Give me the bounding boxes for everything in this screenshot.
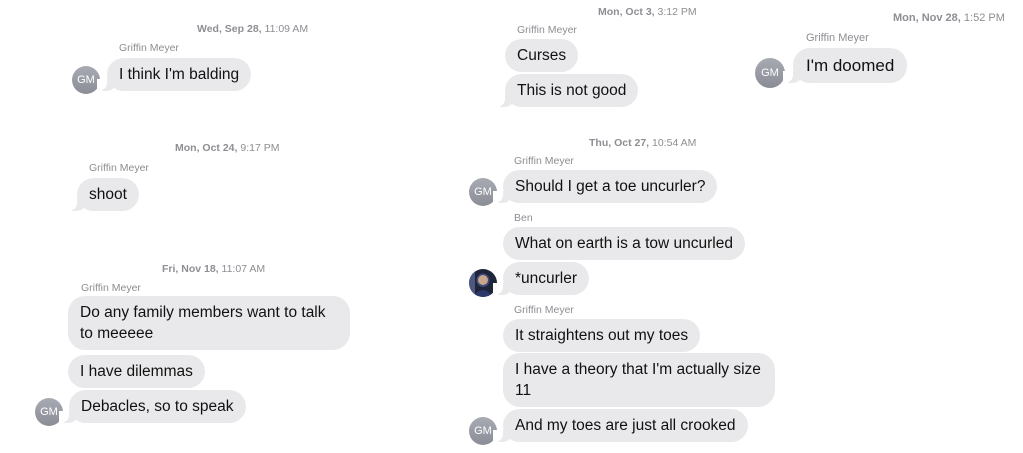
message-bubble[interactable]: I have dilemmas (68, 355, 205, 388)
message-bubble[interactable]: I'm doomed (782, 48, 908, 83)
message-text: I'm doomed (806, 56, 895, 75)
message-bubble[interactable]: Curses (505, 39, 579, 72)
sender-name: Griffin Meyer (806, 32, 869, 44)
message-bubble[interactable]: *uncurler (492, 262, 590, 295)
message-text: I have a theory that I'm actually size 1… (515, 361, 761, 399)
sender-name: Griffin Meyer (514, 155, 574, 167)
timestamp-day: Mon, Nov 28, (893, 12, 961, 24)
sender-name: Griffin Meyer (89, 162, 149, 174)
timestamp-time: 11:09 AM (264, 23, 309, 35)
timestamp-day: Thu, Oct 27, (589, 137, 650, 149)
message-bubble[interactable]: What on earth is a tow uncurled (503, 227, 745, 260)
message-text: Should I get a toe uncurler? (515, 178, 706, 195)
message-bubble[interactable]: Debacles, so to speak (59, 390, 246, 423)
timestamp-time: 3:12 PM (657, 6, 697, 18)
message-text: And my toes are just all crooked (515, 417, 736, 434)
sender-name: Griffin Meyer (514, 304, 574, 316)
message-text: This is not good (517, 82, 627, 99)
message-text: Curses (517, 47, 567, 64)
message-bubble[interactable]: It straightens out my toes (503, 319, 701, 352)
message-bubble[interactable]: Do any family members want to talk to me… (68, 296, 350, 350)
timestamp-nov-28: Mon, Nov 28, 1:52 PM (893, 12, 1005, 24)
message-bubble[interactable]: Should I get a toe uncurler? (492, 170, 718, 203)
message-bubble[interactable]: I have a theory that I'm actually size 1… (503, 353, 775, 407)
message-bubble[interactable]: shoot (67, 178, 139, 211)
message-bubble[interactable]: I think I'm balding (96, 58, 252, 91)
message-text: shoot (89, 186, 127, 203)
timestamp-sep-28: Wed, Sep 28, 11:09 AM (197, 23, 308, 35)
sender-name: Griffin Meyer (119, 42, 179, 54)
message-text: It straightens out my toes (515, 327, 689, 344)
message-bubble[interactable]: And my toes are just all crooked (493, 409, 748, 442)
avatar[interactable]: GM (72, 66, 100, 94)
message-text: What on earth is a tow uncurled (515, 235, 733, 252)
avatar[interactable]: GM (755, 58, 785, 88)
timestamp-day: Mon, Oct 3, (598, 6, 655, 18)
timestamp-time: 9:17 PM (240, 142, 280, 154)
message-text: Do any family members want to talk to me… (80, 304, 326, 342)
timestamp-time: 11:07 AM (221, 263, 266, 275)
timestamp-day: Wed, Sep 28, (197, 23, 262, 35)
message-text: Debacles, so to speak (81, 398, 234, 415)
sender-name: Griffin Meyer (81, 282, 141, 294)
timestamp-oct-27: Thu, Oct 27, 10:54 AM (589, 137, 696, 149)
timestamp-time: 10:54 AM (652, 137, 697, 149)
timestamp-day: Fri, Nov 18, (162, 263, 219, 275)
timestamp-oct-24: Mon, Oct 24, 9:17 PM (175, 142, 279, 154)
timestamp-time: 1:52 PM (963, 12, 1005, 24)
message-text: I have dilemmas (80, 363, 193, 380)
message-bubble[interactable]: This is not good (494, 74, 639, 107)
timestamp-day: Mon, Oct 24, (175, 142, 238, 154)
message-text: *uncurler (515, 270, 578, 287)
timestamp-oct-3: Mon, Oct 3, 3:12 PM (598, 6, 697, 18)
sender-name: Ben (514, 212, 533, 224)
timestamp-nov-18: Fri, Nov 18, 11:07 AM (162, 263, 265, 275)
sender-name: Griffin Meyer (517, 24, 577, 36)
message-text: I think I'm balding (119, 66, 240, 83)
